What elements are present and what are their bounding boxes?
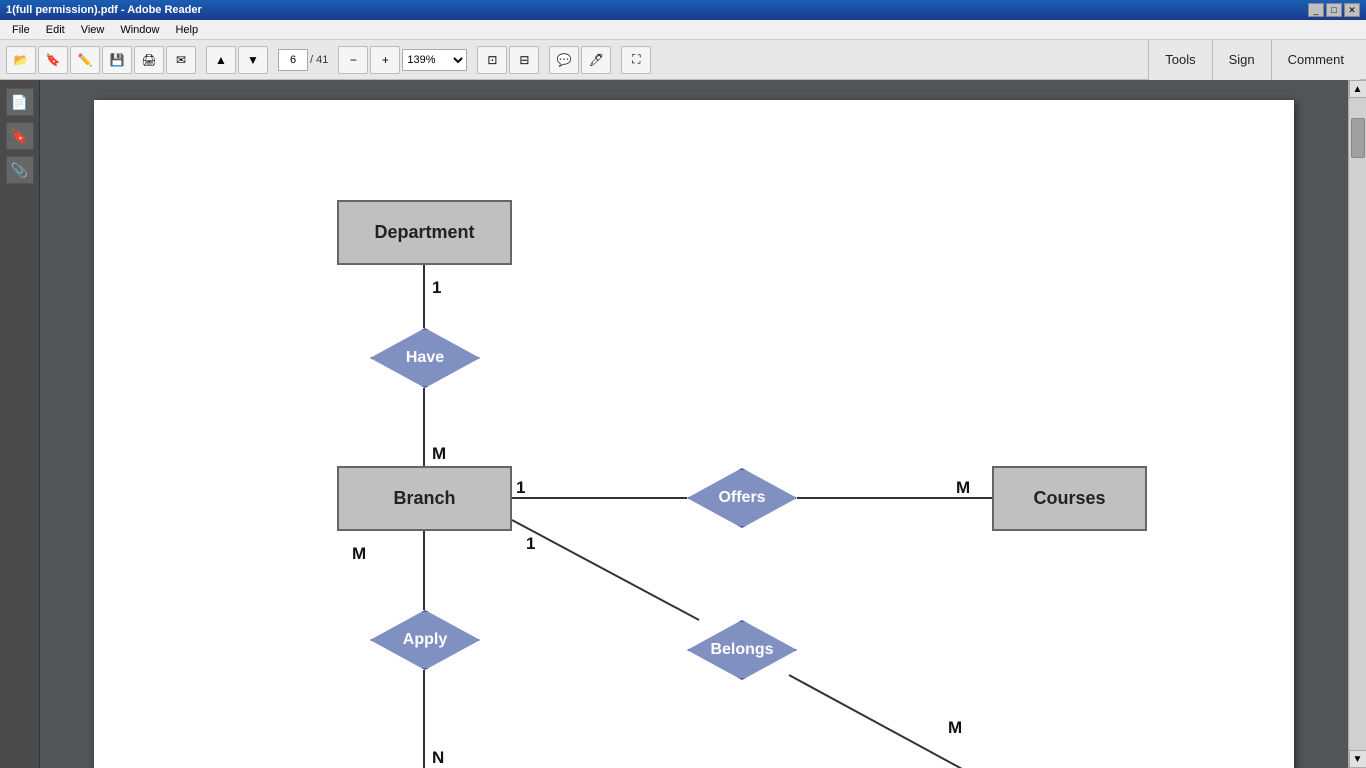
relationship-offers: Offers [687, 468, 797, 528]
menu-bar: File Edit View Window Help [0, 20, 1366, 40]
right-scrollbar[interactable]: ▲ ▼ [1348, 80, 1366, 768]
entity-department: Department [337, 200, 512, 265]
label-belongs-student-m: M [948, 718, 962, 738]
forward-button[interactable]: ▼ [238, 46, 268, 74]
relationship-apply: Apply [370, 610, 480, 670]
entity-branch: Branch [337, 466, 512, 531]
label-offers-courses-m: M [956, 478, 970, 498]
relationship-belongs: Belongs [687, 620, 797, 680]
minimize-button[interactable]: _ [1308, 3, 1324, 17]
menu-view[interactable]: View [73, 22, 113, 38]
highlight-button[interactable]: 🖊 [581, 46, 611, 74]
email-button[interactable]: ✉ [166, 46, 196, 74]
maximize-button[interactable]: □ [1326, 3, 1342, 17]
scroll-track[interactable] [1349, 98, 1366, 750]
label-branch-offers-1: 1 [516, 478, 525, 498]
zoom-out-button[interactable]: − [338, 46, 368, 74]
title-bar: 1(full permission).pdf - Adobe Reader _ … [0, 0, 1366, 20]
pdf-page: 1 M 1 M M 1 N 1 1 M Department Branch Co… [94, 100, 1294, 768]
toolbar: 📂 🔖 ✏️ 💾 🖨 ✉ ▲ ▼ / 41 − + 139% 100% 75% … [0, 40, 1366, 80]
properties-button[interactable]: 🔖 [38, 46, 68, 74]
bookmarks-panel-button[interactable]: 🔖 [6, 122, 34, 150]
page-separator: / 41 [310, 54, 328, 66]
zoom-select[interactable]: 139% 100% 75% 150% [402, 49, 467, 71]
label-apply-applicant-n: N [432, 748, 444, 768]
menu-window[interactable]: Window [112, 22, 167, 38]
relationship-apply-shape: Apply [370, 610, 480, 670]
label-dept-have-1: 1 [432, 278, 441, 298]
relationship-have-label: Have [406, 349, 444, 367]
comment-panel-button[interactable]: Comment [1271, 40, 1360, 80]
menu-edit[interactable]: Edit [38, 22, 73, 38]
menu-file[interactable]: File [4, 22, 38, 38]
save-button[interactable]: 💾 [102, 46, 132, 74]
zoom-in-button[interactable]: + [370, 46, 400, 74]
relationship-offers-label: Offers [718, 489, 765, 507]
window-controls: _ □ ✕ [1308, 3, 1360, 17]
close-button[interactable]: ✕ [1344, 3, 1360, 17]
print-button[interactable]: 🖨 [134, 46, 164, 74]
fullscreen-button[interactable]: ⛶ [621, 46, 651, 74]
relationship-have-shape: Have [370, 328, 480, 388]
annotations-panel-button[interactable]: 📎 [6, 156, 34, 184]
comment-button[interactable]: 💬 [549, 46, 579, 74]
entity-department-label: Department [374, 222, 474, 243]
scroll-up-button[interactable]: ▲ [1349, 80, 1366, 98]
menu-help[interactable]: Help [167, 22, 206, 38]
label-branch-apply-m: M [352, 544, 366, 564]
relationship-belongs-label: Belongs [710, 641, 773, 659]
scroll-down-button[interactable]: ▼ [1349, 750, 1366, 768]
entity-branch-label: Branch [393, 488, 455, 509]
label-have-branch-m: M [432, 444, 446, 464]
scroll-thumb[interactable] [1351, 118, 1365, 158]
pages-panel-button[interactable]: 📄 [6, 88, 34, 116]
relationship-offers-shape: Offers [687, 468, 797, 528]
entity-courses-label: Courses [1033, 488, 1105, 509]
page-input[interactable] [278, 49, 308, 71]
relationship-apply-label: Apply [403, 631, 447, 649]
open-button[interactable]: 📂 [6, 46, 36, 74]
typewriter-button[interactable]: ✏️ [70, 46, 100, 74]
sign-button[interactable]: Sign [1212, 40, 1271, 80]
relationship-belongs-shape: Belongs [687, 620, 797, 680]
window-title: 1(full permission).pdf - Adobe Reader [6, 4, 202, 16]
main-area: 📄 🔖 📎 [0, 80, 1366, 768]
left-sidebar: 📄 🔖 📎 [0, 80, 40, 768]
back-button[interactable]: ▲ [206, 46, 236, 74]
fit-width-button[interactable]: ⊟ [509, 46, 539, 74]
fit-page-button[interactable]: ⊡ [477, 46, 507, 74]
relationship-have: Have [370, 328, 480, 388]
right-toolbar: Tools Sign Comment [1148, 40, 1360, 80]
label-branch-belongs-1: 1 [526, 534, 535, 554]
pdf-area: 1 M 1 M M 1 N 1 1 M Department Branch Co… [40, 80, 1348, 768]
tools-button[interactable]: Tools [1148, 40, 1211, 80]
entity-courses: Courses [992, 466, 1147, 531]
